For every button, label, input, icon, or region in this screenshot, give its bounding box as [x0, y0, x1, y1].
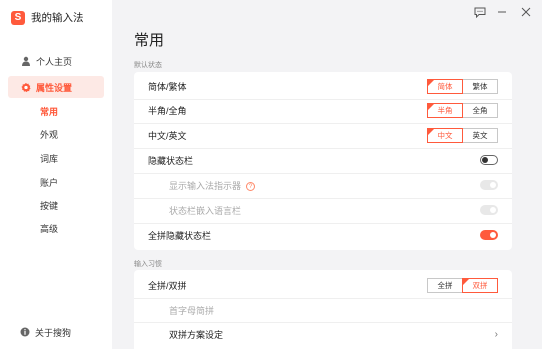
setting-label: 双拼方案设定 [169, 329, 224, 340]
setting-row-show-indicator: 显示输入法指示器? [134, 175, 512, 195]
setting-row-pinyin-mode: 全拼/双拼 全拼 双拼 [134, 275, 512, 295]
setting-label: 全拼/双拼 [148, 280, 187, 291]
full-pinyin-hide-toggle[interactable] [480, 230, 498, 240]
setting-row-hide-status-bar: 隐藏状态栏 [134, 150, 512, 170]
sidebar-item-settings[interactable]: 属性设置 [8, 76, 104, 98]
setting-row-simp-trad: 简体/繁体 简体 繁体 [134, 76, 512, 96]
setting-label: 简体/繁体 [148, 81, 187, 92]
divider [134, 148, 512, 149]
sidebar-subitem-appearance[interactable]: 外观 [40, 128, 58, 141]
divider [134, 223, 512, 224]
setting-label: 半角/全角 [148, 105, 187, 116]
divider [134, 198, 512, 199]
setting-row-embed-language-bar: 状态栏嵌入语言栏 [134, 200, 512, 220]
sidebar-subitem-account[interactable]: 账户 [40, 176, 58, 189]
option-full-pinyin-button[interactable]: 全拼 [427, 277, 463, 293]
feedback-icon[interactable] [474, 6, 486, 18]
sidebar-item-label: 关于搜狗 [35, 327, 72, 338]
page-title: 常用 [134, 32, 165, 49]
minimize-icon[interactable] [496, 6, 508, 18]
divider [134, 298, 512, 299]
setting-row-cn-en: 中文/英文 中文 英文 [134, 125, 512, 145]
setting-row-shuangpin-scheme[interactable]: 双拼方案设定 › [134, 324, 512, 344]
option-shuangpin-button[interactable]: 双拼 [462, 277, 498, 293]
setting-label: 隐藏状态栏 [148, 155, 194, 166]
chevron-right-icon: › [494, 328, 498, 340]
sidebar-item-about[interactable]: 关于搜狗 [0, 325, 112, 339]
input-habits-card: 全拼/双拼 全拼 双拼 首字母简拼 双拼方案设定 › [134, 270, 512, 349]
setting-label: 首字母简拼 [169, 305, 215, 316]
setting-row-full-pinyin-hide: 全拼隐藏状态栏 [134, 225, 512, 245]
half-full-segmented: 半角 全角 [427, 102, 498, 118]
setting-row-half-full: 半角/全角 半角 全角 [134, 100, 512, 120]
option-full-width-button[interactable]: 全角 [462, 102, 498, 118]
setting-label-text: 显示输入法指示器 [169, 180, 242, 191]
sidebar-subitem-common[interactable]: 常用 [40, 105, 58, 118]
main-panel: 常用 默认状态 简体/繁体 简体 繁体 半角/全角 半角 全角 中文/英文 中文 [112, 0, 542, 349]
setting-label: 中文/英文 [148, 130, 187, 141]
option-chinese-button[interactable]: 中文 [427, 127, 463, 143]
status-settings-card: 简体/繁体 简体 繁体 半角/全角 半角 全角 中文/英文 中文 英文 隐藏状态… [134, 72, 512, 250]
section-label-input: 输入习惯 [134, 261, 162, 268]
sidebar-item-label: 属性设置 [36, 82, 73, 93]
embed-language-bar-toggle[interactable] [480, 205, 498, 215]
section-label-status: 默认状态 [134, 62, 162, 69]
sidebar: S 我的输入法 个人主页 属性设置 常用 外观 词库 账户 按键 高级 关于搜狗 [0, 0, 112, 349]
app-header: S 我的输入法 [11, 10, 84, 25]
app-logo-icon: S [11, 10, 25, 25]
option-simplified-button[interactable]: 简体 [427, 78, 463, 94]
divider [134, 322, 512, 323]
info-icon [20, 327, 30, 337]
setting-label: 全拼隐藏状态栏 [148, 230, 212, 241]
setting-row-initial-abbrev: 首字母简拼 [134, 300, 512, 320]
divider [134, 123, 512, 124]
sidebar-subitem-lexicon[interactable]: 词库 [40, 152, 58, 165]
close-icon[interactable] [520, 6, 532, 18]
option-english-button[interactable]: 英文 [462, 127, 498, 143]
app-title: 我的输入法 [31, 12, 84, 24]
help-icon[interactable]: ? [246, 181, 256, 191]
user-icon [21, 56, 31, 66]
sidebar-item-label: 个人主页 [36, 56, 73, 67]
sidebar-subitem-advanced[interactable]: 高级 [40, 222, 58, 235]
hide-status-bar-toggle[interactable] [480, 155, 498, 165]
setting-label: 显示输入法指示器? [169, 179, 256, 192]
sidebar-item-profile[interactable]: 个人主页 [0, 53, 112, 69]
settings-icon [21, 82, 31, 92]
option-half-width-button[interactable]: 半角 [427, 102, 463, 118]
option-traditional-button[interactable]: 繁体 [462, 78, 498, 94]
divider [134, 173, 512, 174]
pinyin-mode-segmented: 全拼 双拼 [427, 277, 498, 293]
sidebar-subitem-keys[interactable]: 按键 [40, 199, 58, 212]
simp-trad-segmented: 简体 繁体 [427, 78, 498, 94]
setting-label: 状态栏嵌入语言栏 [169, 205, 242, 216]
show-indicator-toggle[interactable] [480, 180, 498, 190]
cn-en-segmented: 中文 英文 [427, 127, 498, 143]
